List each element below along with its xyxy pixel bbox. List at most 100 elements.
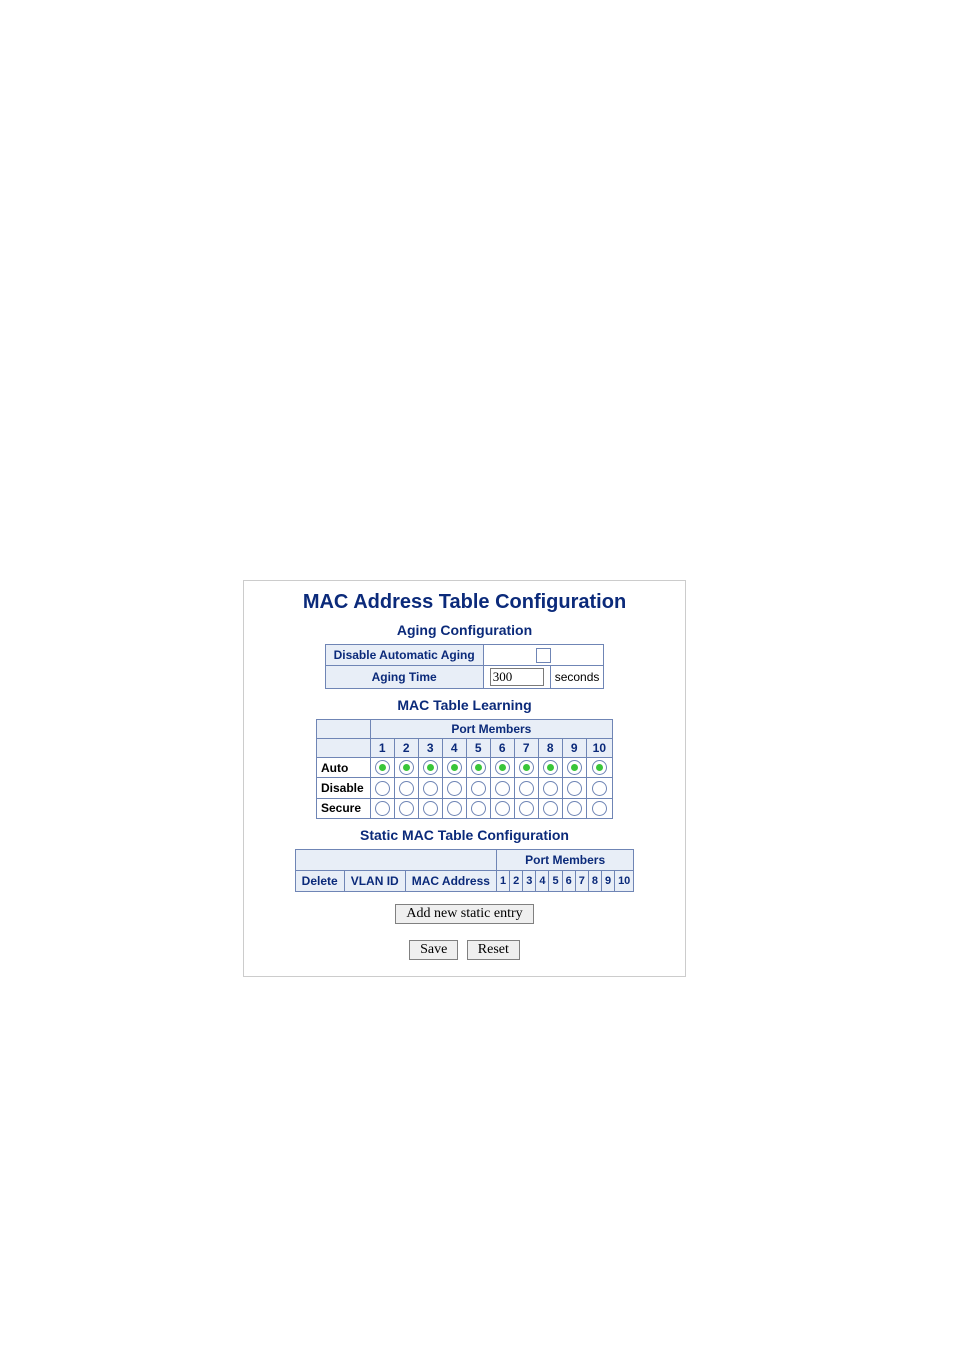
learning-radio[interactable] (543, 781, 558, 796)
learning-radio-cell (442, 778, 466, 798)
learning-radio[interactable] (567, 760, 582, 775)
learning-row-label: Disable (316, 778, 370, 798)
learning-radio[interactable] (495, 760, 510, 775)
aging-time-input[interactable] (490, 668, 544, 686)
learning-radio[interactable] (519, 781, 534, 796)
learning-radio[interactable] (495, 801, 510, 816)
port-number-header: 5 (466, 739, 490, 758)
static-port-members-header: Port Members (496, 849, 633, 870)
learning-radio[interactable] (543, 760, 558, 775)
port-number-header: 1 (370, 739, 394, 758)
static-port-number-header: 9 (601, 870, 614, 891)
static-port-number-header: 7 (575, 870, 588, 891)
learning-radio[interactable] (447, 781, 462, 796)
learning-radio[interactable] (375, 760, 390, 775)
aging-time-unit: seconds (550, 666, 604, 689)
learning-radio-cell (586, 798, 612, 818)
learning-radio-cell (394, 758, 418, 778)
page-title: MAC Address Table Configuration (244, 591, 685, 614)
learning-radio[interactable] (399, 760, 414, 775)
learning-radio-cell (418, 758, 442, 778)
learning-section-title: MAC Table Learning (244, 697, 685, 713)
learning-radio[interactable] (592, 781, 607, 796)
learning-radio[interactable] (567, 781, 582, 796)
learning-radio[interactable] (423, 781, 438, 796)
port-number-header: 8 (538, 739, 562, 758)
static-port-number-header: 2 (510, 870, 523, 891)
static-port-number-header: 5 (549, 870, 562, 891)
static-port-number-header: 4 (536, 870, 549, 891)
static-port-number-header: 3 (523, 870, 536, 891)
static-port-number-header: 8 (588, 870, 601, 891)
port-number-header: 6 (490, 739, 514, 758)
learning-radio[interactable] (592, 801, 607, 816)
learning-radio-cell (466, 778, 490, 798)
port-number-header: 7 (514, 739, 538, 758)
learning-radio-cell (490, 798, 514, 818)
learning-radio-cell (418, 798, 442, 818)
learning-radio[interactable] (423, 760, 438, 775)
learning-radio[interactable] (495, 781, 510, 796)
aging-time-label: Aging Time (325, 666, 483, 689)
disable-aging-label: Disable Automatic Aging (325, 645, 483, 666)
port-number-header: 3 (418, 739, 442, 758)
learning-radio-cell (418, 778, 442, 798)
learning-corner-cell (316, 720, 370, 739)
port-number-header: 2 (394, 739, 418, 758)
learning-radio[interactable] (567, 801, 582, 816)
disable-aging-checkbox[interactable] (536, 648, 551, 663)
learning-radio-cell (586, 778, 612, 798)
aging-table: Disable Automatic Aging Aging Time secon… (325, 644, 605, 689)
learning-radio-cell (490, 778, 514, 798)
add-static-entry-button[interactable]: Add new static entry (395, 904, 533, 924)
learning-radio-cell (514, 758, 538, 778)
learning-radio-cell (586, 758, 612, 778)
static-port-number-header: 1 (496, 870, 509, 891)
learning-radio[interactable] (399, 781, 414, 796)
learning-radio[interactable] (375, 801, 390, 816)
learning-radio[interactable] (423, 801, 438, 816)
learning-corner-cell-2 (316, 739, 370, 758)
learning-radio[interactable] (519, 801, 534, 816)
learning-radio[interactable] (375, 781, 390, 796)
learning-radio[interactable] (471, 760, 486, 775)
static-port-number-header: 10 (615, 870, 634, 891)
learning-radio[interactable] (471, 801, 486, 816)
learning-radio-cell (538, 778, 562, 798)
learning-radio[interactable] (519, 760, 534, 775)
learning-radio-cell (442, 798, 466, 818)
learning-radio[interactable] (447, 801, 462, 816)
static-port-number-header: 6 (562, 870, 575, 891)
save-button[interactable]: Save (409, 940, 458, 960)
learning-radio-cell (370, 798, 394, 818)
learning-radio[interactable] (543, 801, 558, 816)
learning-radio-cell (466, 758, 490, 778)
static-vlan-header: VLAN ID (344, 870, 405, 891)
learning-radio-cell (562, 758, 586, 778)
learning-radio-cell (562, 798, 586, 818)
static-blank-header (295, 849, 496, 870)
learning-table: Port Members 12345678910 AutoDisableSecu… (316, 719, 613, 819)
static-table: Port Members Delete VLAN ID MAC Address … (295, 849, 635, 892)
port-number-header: 4 (442, 739, 466, 758)
port-number-header: 10 (586, 739, 612, 758)
learning-row-label: Secure (316, 798, 370, 818)
port-number-header: 9 (562, 739, 586, 758)
mac-config-panel: MAC Address Table Configuration Aging Co… (243, 580, 686, 977)
static-mac-header: MAC Address (405, 870, 496, 891)
learning-radio[interactable] (592, 760, 607, 775)
learning-radio-cell (442, 758, 466, 778)
learning-radio[interactable] (399, 801, 414, 816)
reset-button[interactable]: Reset (467, 940, 520, 960)
aging-section-title: Aging Configuration (244, 622, 685, 638)
learning-radio-cell (490, 758, 514, 778)
learning-radio-cell (538, 758, 562, 778)
learning-radio-cell (394, 778, 418, 798)
learning-radio-cell (538, 798, 562, 818)
learning-radio-cell (514, 778, 538, 798)
learning-radio[interactable] (447, 760, 462, 775)
learning-radio-cell (466, 798, 490, 818)
learning-radio[interactable] (471, 781, 486, 796)
static-delete-header: Delete (295, 870, 344, 891)
learning-radio-cell (394, 798, 418, 818)
